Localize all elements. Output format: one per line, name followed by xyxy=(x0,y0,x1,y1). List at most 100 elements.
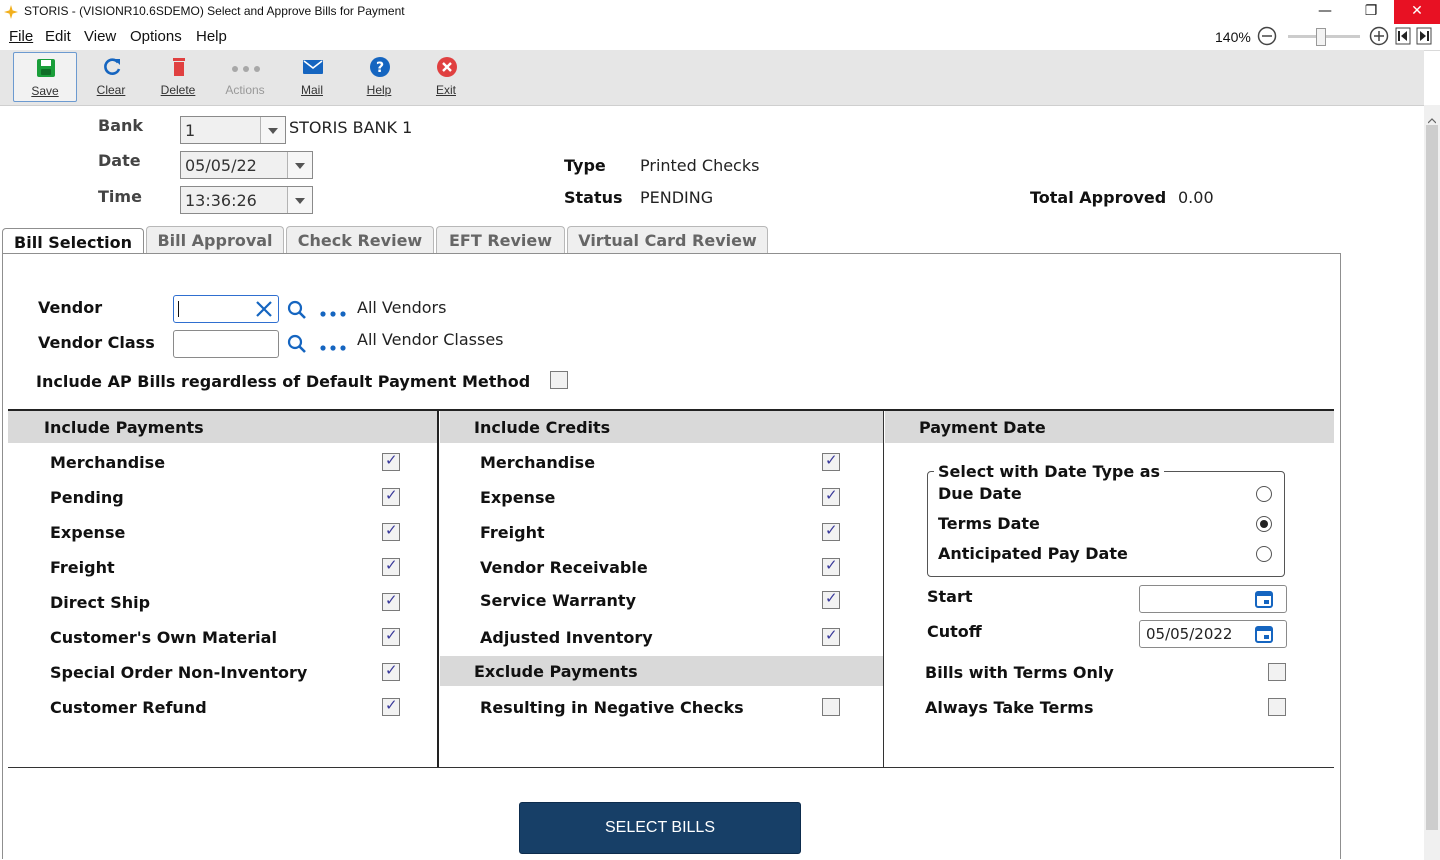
vendor-input[interactable] xyxy=(173,295,279,323)
vendor-label: Vendor xyxy=(38,298,103,317)
tab-bill-approval[interactable]: Bill Approval xyxy=(146,226,284,254)
payments-merchandise-checkbox[interactable] xyxy=(382,451,400,471)
trash-icon xyxy=(168,56,190,78)
chevron-down-icon[interactable] xyxy=(287,187,312,213)
payments-customer-refund-checkbox[interactable] xyxy=(382,696,400,716)
save-button[interactable]: Save xyxy=(13,52,77,102)
credits-adjusted-inventory-checkbox[interactable] xyxy=(822,626,840,646)
more-options-icon[interactable] xyxy=(319,339,347,351)
menu-file[interactable]: File xyxy=(9,28,33,45)
refresh-icon xyxy=(101,56,123,78)
credits-vendor-receivable-checkbox[interactable] xyxy=(822,556,840,576)
credits-service-warranty-checkbox[interactable] xyxy=(822,589,840,609)
credits-merchandise-checkbox[interactable] xyxy=(822,451,840,471)
menu-options[interactable]: Options xyxy=(130,28,182,45)
scrollbar-thumb[interactable] xyxy=(1426,125,1438,830)
app-logo-icon xyxy=(4,4,18,19)
payments-expense-label: Expense xyxy=(50,523,126,542)
chevron-down-icon[interactable] xyxy=(260,117,285,143)
bills-with-terms-only-checkbox[interactable] xyxy=(1268,663,1286,681)
payments-pending-label: Pending xyxy=(50,488,124,507)
date-dropdown[interactable]: 05/05/22 xyxy=(180,151,313,179)
clear-button[interactable]: Clear xyxy=(80,52,142,102)
always-take-terms-checkbox[interactable] xyxy=(1268,698,1286,716)
clear-x-icon[interactable] xyxy=(254,299,274,319)
delete-button[interactable]: Delete xyxy=(147,52,209,102)
zoom-in-icon[interactable] xyxy=(1369,26,1389,46)
mail-button[interactable]: Mail xyxy=(281,52,343,102)
exclude-payments-title: Exclude Payments xyxy=(474,662,638,681)
type-label: Type xyxy=(564,156,606,175)
vendor-class-input[interactable] xyxy=(173,330,279,358)
payments-special-order-checkbox[interactable] xyxy=(382,661,400,681)
last-page-icon[interactable] xyxy=(1416,27,1432,45)
tab-eft-review[interactable]: EFT Review xyxy=(436,226,565,254)
calendar-icon[interactable] xyxy=(1254,624,1274,644)
text-cursor xyxy=(178,301,179,317)
close-button[interactable]: ✕ xyxy=(1394,0,1440,24)
help-label: Help xyxy=(366,83,392,97)
date-label: Date xyxy=(98,151,141,170)
payments-pending-checkbox[interactable] xyxy=(382,486,400,506)
actions-button[interactable]: Actions xyxy=(214,52,276,102)
payments-direct-ship-checkbox[interactable] xyxy=(382,591,400,611)
include-ap-bills-label: Include AP Bills regardless of Default P… xyxy=(36,372,531,391)
save-icon xyxy=(35,57,57,79)
start-date-input[interactable] xyxy=(1139,585,1287,613)
help-icon: ? xyxy=(369,56,391,78)
cutoff-date-input[interactable]: 05/05/2022 xyxy=(1139,620,1287,648)
credits-freight-checkbox[interactable] xyxy=(822,521,840,541)
tab-bill-selection[interactable]: Bill Selection xyxy=(2,228,144,256)
negative-checks-label: Resulting in Negative Checks xyxy=(480,698,744,717)
chevron-down-icon[interactable] xyxy=(287,152,312,178)
mail-icon xyxy=(302,56,324,78)
tab-virtual-card-review[interactable]: Virtual Card Review xyxy=(567,226,768,254)
include-credits-title: Include Credits xyxy=(474,418,611,437)
clear-label: Clear xyxy=(96,83,126,97)
restore-button[interactable]: ❐ xyxy=(1348,0,1394,24)
save-label: Save xyxy=(31,84,59,98)
credits-expense-checkbox[interactable] xyxy=(822,486,840,506)
minimize-button[interactable]: — xyxy=(1302,0,1348,24)
zoom-slider-thumb[interactable] xyxy=(1316,28,1326,46)
payments-special-order-label: Special Order Non-Inventory xyxy=(50,663,308,682)
anticipated-pay-date-label: Anticipated Pay Date xyxy=(938,544,1128,563)
scroll-up-icon[interactable] xyxy=(1427,110,1437,124)
search-icon[interactable] xyxy=(287,300,307,320)
bank-name: STORIS BANK 1 xyxy=(289,118,413,137)
anticipated-pay-date-radio[interactable] xyxy=(1256,546,1272,562)
time-label: Time xyxy=(98,187,142,206)
calendar-icon[interactable] xyxy=(1254,589,1274,609)
time-dropdown[interactable]: 13:36:26 xyxy=(180,186,313,214)
menu-help[interactable]: Help xyxy=(196,28,227,45)
payments-merchandise-label: Merchandise xyxy=(50,453,166,472)
total-approved-value: 0.00 xyxy=(1178,188,1214,207)
terms-date-radio[interactable] xyxy=(1256,516,1272,532)
zoom-out-icon[interactable] xyxy=(1257,26,1277,46)
payments-freight-checkbox[interactable] xyxy=(382,556,400,576)
more-options-icon[interactable] xyxy=(319,305,347,317)
menu-edit[interactable]: Edit xyxy=(45,28,71,45)
include-payments-title: Include Payments xyxy=(44,418,204,437)
search-icon[interactable] xyxy=(287,334,307,354)
first-page-icon[interactable] xyxy=(1395,27,1411,45)
svg-text:?: ? xyxy=(376,60,384,76)
bank-value: 1 xyxy=(185,121,196,140)
bank-dropdown[interactable]: 1 xyxy=(180,116,286,144)
payments-customers-own-material-checkbox[interactable] xyxy=(382,626,400,646)
help-button[interactable]: ? Help xyxy=(348,52,410,102)
payments-customer-refund-label: Customer Refund xyxy=(50,698,207,717)
tab-check-review[interactable]: Check Review xyxy=(286,226,434,254)
zoom-slider[interactable] xyxy=(1288,28,1360,46)
include-ap-bills-checkbox[interactable] xyxy=(550,371,568,389)
time-value: 13:36:26 xyxy=(185,191,257,210)
negative-checks-checkbox[interactable] xyxy=(822,698,840,716)
column-divider xyxy=(883,411,884,768)
select-bills-button[interactable]: SELECT BILLS xyxy=(519,802,801,854)
mail-label: Mail xyxy=(300,83,323,97)
menu-view[interactable]: View xyxy=(84,28,116,45)
exit-button[interactable]: Exit xyxy=(415,52,477,102)
payments-expense-checkbox[interactable] xyxy=(382,521,400,541)
credits-adjusted-inventory-label: Adjusted Inventory xyxy=(480,628,653,647)
due-date-radio[interactable] xyxy=(1256,486,1272,502)
